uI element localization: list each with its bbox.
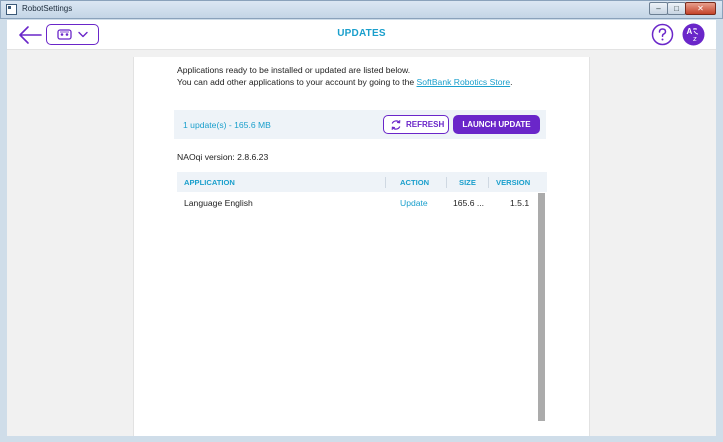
window-titlebar: RobotSettings – □ ✕ <box>0 0 723 19</box>
column-separator <box>385 177 386 188</box>
table-header: APPLICATION ACTION SIZE VERSION <box>177 172 547 192</box>
column-header-action[interactable]: ACTION <box>400 178 429 187</box>
close-button[interactable]: ✕ <box>685 2 716 15</box>
applications-table: APPLICATION ACTION SIZE VERSION Language… <box>177 172 547 421</box>
cell-action-update-link[interactable]: Update <box>400 198 428 208</box>
naoqi-version: NAOqi version: 2.8.6.23 <box>177 152 269 162</box>
store-link[interactable]: SoftBank Robotics Store <box>417 77 511 87</box>
refresh-button[interactable]: REFRESH <box>383 115 449 134</box>
update-summary-bar: 1 update(s) - 165.6 MB REFRESH LAUNCH UP… <box>174 110 546 139</box>
svg-text:A: A <box>687 27 693 36</box>
svg-text:z: z <box>693 35 697 43</box>
window-title: RobotSettings <box>22 4 73 13</box>
page-title: UPDATES <box>337 28 386 39</box>
column-header-application[interactable]: APPLICATION <box>184 178 235 187</box>
intro-text: Applications ready to be installed or up… <box>177 65 557 88</box>
app-icon <box>6 4 17 15</box>
help-icon[interactable] <box>651 23 674 46</box>
column-header-version[interactable]: VERSION <box>496 178 530 187</box>
maximize-button[interactable]: □ <box>667 2 686 15</box>
cell-version: 1.5.1 <box>510 198 530 208</box>
refresh-label: REFRESH <box>406 120 445 129</box>
table-row[interactable]: Language English Update 165.6 ... 1.5.1 <box>177 192 537 212</box>
cell-size: 165.6 ... <box>453 198 485 208</box>
intro-line-2: You can add other applications to your a… <box>177 77 557 89</box>
column-separator <box>446 177 447 188</box>
intro-line-2-suffix: . <box>510 76 513 87</box>
window-controls: – □ ✕ <box>649 2 716 15</box>
language-icon[interactable]: A z <box>682 23 705 46</box>
update-summary-text: 1 update(s) - 165.6 MB <box>183 120 271 130</box>
app-header: UPDATES A z <box>7 20 716 50</box>
minimize-button[interactable]: – <box>649 2 668 15</box>
client-area: UPDATES A z Applications ready to be ins… <box>7 20 716 436</box>
column-separator <box>488 177 489 188</box>
launch-update-button[interactable]: LAUNCH UPDATE <box>453 115 540 134</box>
table-scrollbar[interactable] <box>538 193 545 421</box>
intro-line-2-prefix: You can add other applications to your a… <box>177 76 417 87</box>
cell-application: Language English <box>184 198 253 208</box>
refresh-icon <box>391 120 401 130</box>
intro-line-1: Applications ready to be installed or up… <box>177 65 411 75</box>
column-header-size[interactable]: SIZE <box>459 178 476 187</box>
updates-panel: Applications ready to be installed or up… <box>133 57 590 436</box>
